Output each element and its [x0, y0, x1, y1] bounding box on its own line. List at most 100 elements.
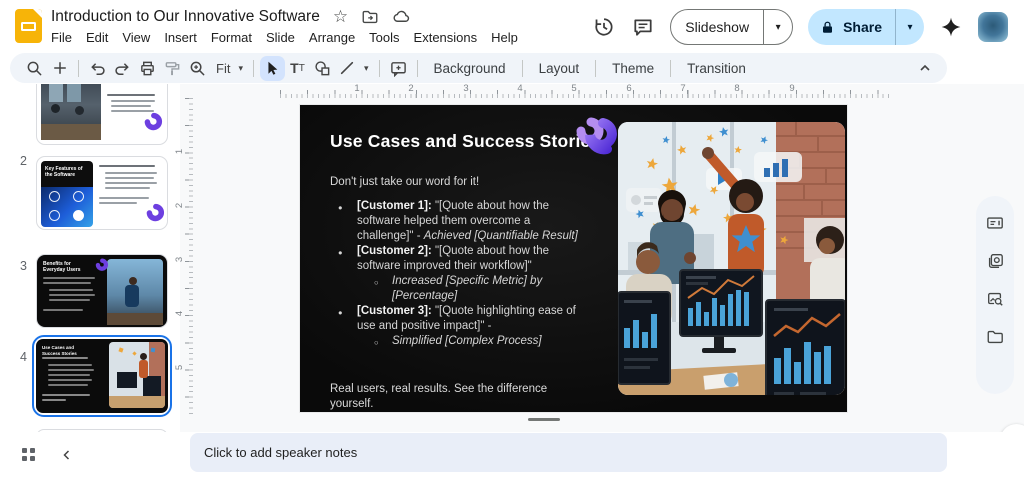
- ruler-mark: 4: [174, 311, 185, 316]
- thumbnail-image: [41, 84, 101, 140]
- slideshow-button[interactable]: Slideshow: [671, 10, 763, 44]
- ruler-mark: 8: [734, 83, 739, 94]
- text-box-tool[interactable]: TT: [285, 56, 310, 81]
- ruler-mark: 3: [463, 83, 468, 94]
- transition-button[interactable]: Transition: [677, 61, 756, 76]
- folder-icon[interactable]: [986, 328, 1004, 346]
- side-panel: [976, 196, 1014, 394]
- bullet-customer-2: [Customer 2]: "[Quote about how the soft…: [330, 244, 584, 274]
- print-button[interactable]: [135, 56, 160, 81]
- zoom-icon[interactable]: [185, 56, 210, 81]
- menu-tools[interactable]: Tools: [362, 27, 406, 48]
- insert-comment-button[interactable]: [386, 56, 411, 81]
- slide-thumbnail-4-selected[interactable]: Use Cases and Success Stories: [32, 335, 172, 417]
- ruler-mark: 3: [174, 257, 185, 262]
- toolbar-divider: [595, 60, 596, 77]
- document-title[interactable]: Introduction to Our Innovative Software: [51, 8, 320, 26]
- ruler-mark: 7: [680, 83, 685, 94]
- bullet-customer-3: [Customer 3]: "[Quote highlighting ease …: [330, 304, 584, 334]
- layout-button[interactable]: Layout: [529, 61, 590, 76]
- cloud-saved-icon[interactable]: [392, 7, 411, 26]
- collapse-toolbar-icon[interactable]: [912, 56, 937, 81]
- line-tool[interactable]: [335, 56, 360, 81]
- purple-shape: [141, 110, 163, 134]
- zoom-select[interactable]: Fit: [210, 61, 234, 76]
- thumbnail-left-panel: Key Features of the Software: [41, 161, 93, 227]
- line-tool-caret[interactable]: ▾: [360, 63, 373, 74]
- version-history-icon[interactable]: [592, 15, 616, 39]
- slide-filmstrip: 2 Key Features of the Software: [0, 84, 180, 432]
- zoom-caret[interactable]: ▾: [234, 63, 247, 74]
- share-dropdown[interactable]: ▾: [896, 9, 924, 45]
- canvas-area: 1 2 3 4 5 6 7 8 9 1 2 3 4 5 Use Cases an…: [180, 84, 1024, 432]
- slide-thumbnail-1[interactable]: [36, 84, 168, 145]
- background-button[interactable]: Background: [424, 61, 516, 76]
- contact-card-icon[interactable]: [986, 214, 1004, 232]
- gemini-sparkle-icon[interactable]: [939, 15, 963, 39]
- ruler-mark: 4: [517, 83, 522, 94]
- menu-help[interactable]: Help: [484, 27, 525, 48]
- slide-outro-text[interactable]: Real users, real results. See the differ…: [330, 382, 580, 412]
- header: Introduction to Our Innovative Software …: [0, 0, 1024, 53]
- toolbar-divider: [670, 60, 671, 77]
- logo-fold-cover: [33, 9, 42, 18]
- slide-number-3: 3: [20, 259, 27, 273]
- menu-format[interactable]: Format: [204, 27, 259, 48]
- ruler-mark: 2: [174, 203, 185, 208]
- thumbnail-image: [109, 342, 165, 408]
- menu-file[interactable]: File: [44, 27, 79, 48]
- horizontal-ruler: [280, 87, 892, 98]
- purple-3d-shape[interactable]: [563, 105, 625, 169]
- bullet-customer-1: [Customer 1]: "[Quote about how the soft…: [330, 199, 584, 244]
- slide-body-text[interactable]: [Customer 1]: "[Quote about how the soft…: [330, 199, 584, 349]
- grid-view-icon[interactable]: [22, 448, 35, 461]
- slideshow-dropdown[interactable]: ▾: [764, 10, 792, 44]
- redo-button[interactable]: [110, 56, 135, 81]
- search-icon[interactable]: [22, 56, 47, 81]
- slideshow-button-group: Slideshow ▾: [670, 9, 793, 45]
- ruler-mark: 6: [626, 83, 631, 94]
- image-search-icon[interactable]: [986, 290, 1004, 308]
- slide-intro-text[interactable]: Don't just take our word for it!: [330, 176, 479, 188]
- comments-icon[interactable]: [631, 15, 655, 39]
- menu-slide[interactable]: Slide: [259, 27, 302, 48]
- purple-shape: [93, 257, 109, 273]
- undo-button[interactable]: [85, 56, 110, 81]
- menu-view[interactable]: View: [115, 27, 157, 48]
- menu-extensions[interactable]: Extensions: [407, 27, 485, 48]
- move-folder-icon[interactable]: [361, 8, 379, 26]
- share-button-group: Share ▾: [808, 9, 924, 45]
- share-button[interactable]: Share: [808, 9, 895, 45]
- photos-icon[interactable]: [986, 252, 1004, 270]
- collapse-filmstrip-icon[interactable]: [58, 446, 76, 464]
- canvas-scrollbar-thumb[interactable]: [528, 418, 560, 421]
- sub-bullet-customer-3: Simplified [Complex Process]: [330, 334, 584, 349]
- select-tool[interactable]: [260, 56, 285, 81]
- star-icon[interactable]: ☆: [333, 8, 348, 25]
- slide-photo-team-celebration[interactable]: [618, 122, 845, 395]
- ruler-mark: 2: [408, 83, 413, 94]
- menu-edit[interactable]: Edit: [79, 27, 115, 48]
- toolbar-divider: [253, 60, 254, 77]
- slides-logo[interactable]: [15, 9, 42, 43]
- ruler-mark: 9: [789, 83, 794, 94]
- paint-format-button[interactable]: [160, 56, 185, 81]
- account-avatar[interactable]: [978, 12, 1008, 42]
- lock-icon: [820, 20, 835, 35]
- ruler-mark: 5: [571, 83, 576, 94]
- slide-thumbnail-3[interactable]: Benefits for Everyday Users: [36, 254, 168, 328]
- menu-insert[interactable]: Insert: [157, 27, 204, 48]
- toolbar-divider: [522, 60, 523, 77]
- slide-thumbnail-2[interactable]: Key Features of the Software: [36, 156, 168, 230]
- purple-shape: [143, 201, 165, 225]
- speaker-notes-input[interactable]: Click to add speaker notes: [190, 433, 947, 472]
- menu-arrange[interactable]: Arrange: [302, 27, 362, 48]
- slide-title[interactable]: Use Cases and Success Stories: [330, 131, 600, 152]
- speaker-notes-placeholder: Click to add speaker notes: [204, 445, 357, 460]
- shape-tool[interactable]: [310, 56, 335, 81]
- ruler-mark: 1: [174, 149, 185, 154]
- slide-canvas[interactable]: Use Cases and Success Stories Don't just…: [300, 105, 847, 412]
- new-slide-button[interactable]: [47, 56, 72, 81]
- theme-button[interactable]: Theme: [602, 61, 664, 76]
- toolbar-divider: [78, 60, 79, 77]
